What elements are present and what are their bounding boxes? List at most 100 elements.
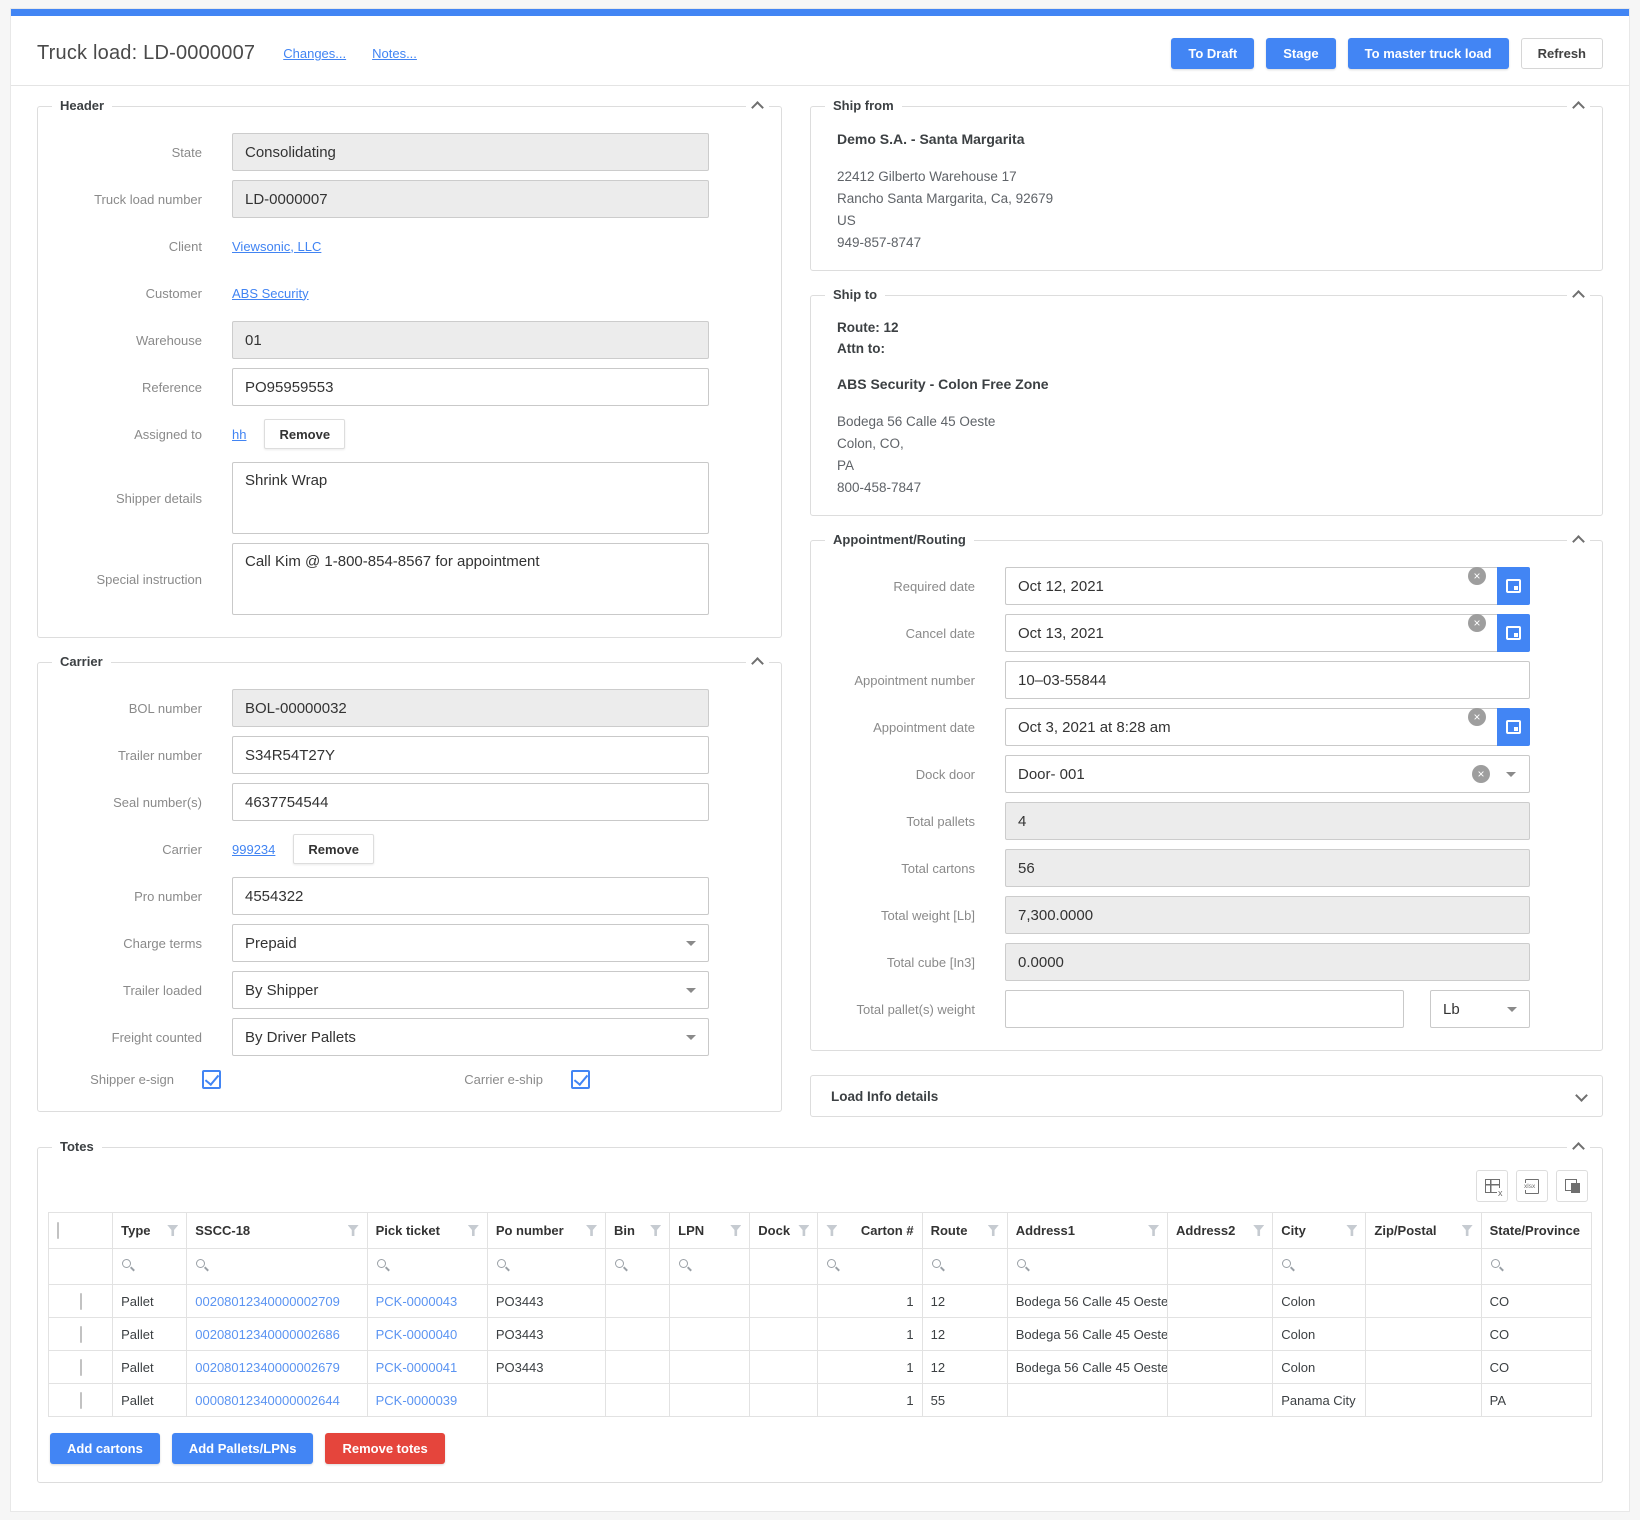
column-header-address1[interactable]: Address1 — [1007, 1213, 1167, 1249]
filter-cell-address2[interactable] — [1168, 1249, 1273, 1285]
clear-icon[interactable]: × — [1468, 708, 1486, 726]
filter-icon[interactable] — [798, 1225, 809, 1236]
column-header-sscc18[interactable]: SSCC-18 — [187, 1213, 367, 1249]
carrier-eship-checkbox[interactable] — [571, 1070, 590, 1089]
to-draft-button[interactable]: To Draft — [1171, 38, 1254, 69]
column-header-address2[interactable]: Address2 — [1168, 1213, 1273, 1249]
filter-cell-state-province[interactable] — [1481, 1249, 1591, 1285]
dock-door-select[interactable] — [1005, 755, 1530, 793]
filter-cell-type[interactable] — [113, 1249, 187, 1285]
sscc-link[interactable]: 00208012340000002679 — [195, 1360, 340, 1375]
ship-to-collapse-button[interactable] — [1567, 288, 1590, 306]
special-instruction-field[interactable]: Call Kim @ 1-800-854-8567 for appointmen… — [232, 543, 709, 615]
add-pallets-lpns-button[interactable]: Add Pallets/LPNs — [172, 1433, 314, 1464]
charge-terms-select[interactable]: Prepaid — [232, 924, 709, 962]
appointment-date-field[interactable] — [1005, 708, 1497, 746]
filter-icon[interactable] — [586, 1225, 597, 1236]
column-header-zip-postal[interactable]: Zip/Postal — [1366, 1213, 1481, 1249]
filter-cell-bin[interactable] — [606, 1249, 670, 1285]
changes-link[interactable]: Changes... — [283, 46, 346, 61]
filter-cell-lpn[interactable] — [670, 1249, 750, 1285]
filter-icon[interactable] — [468, 1225, 479, 1236]
assigned-to-remove-button[interactable]: Remove — [264, 419, 345, 449]
column-header-route[interactable]: Route — [922, 1213, 1007, 1249]
filter-cell-zip-postal[interactable] — [1366, 1249, 1481, 1285]
row-checkbox[interactable] — [80, 1359, 82, 1376]
column-header-bin[interactable]: Bin — [606, 1213, 670, 1249]
clear-icon[interactable]: × — [1472, 765, 1490, 783]
to-master-truck-load-button[interactable]: To master truck load — [1348, 38, 1509, 69]
column-header-state-province[interactable]: State/Province — [1481, 1213, 1591, 1249]
calendar-icon[interactable] — [1497, 708, 1530, 746]
cancel-date-field[interactable] — [1005, 614, 1497, 652]
column-header-type[interactable]: Type — [113, 1213, 187, 1249]
filter-cell-route[interactable] — [922, 1249, 1007, 1285]
carrier-link[interactable]: 999234 — [232, 842, 275, 857]
filter-cell-carton[interactable] — [818, 1249, 922, 1285]
freight-counted-select[interactable]: By Driver Pallets — [232, 1018, 709, 1056]
appointment-number-field[interactable] — [1005, 661, 1530, 699]
filter-icon[interactable] — [348, 1225, 359, 1236]
trailer-number-field[interactable] — [232, 736, 709, 774]
filter-cell-po-number[interactable] — [487, 1249, 605, 1285]
add-cartons-button[interactable]: Add cartons — [50, 1433, 160, 1464]
filter-icon[interactable] — [1346, 1225, 1357, 1236]
notes-link[interactable]: Notes... — [372, 46, 417, 61]
column-header-lpn[interactable]: LPN — [670, 1213, 750, 1249]
column-header-dock[interactable]: Dock — [750, 1213, 818, 1249]
filter-icon[interactable] — [1148, 1225, 1159, 1236]
required-date-field[interactable] — [1005, 567, 1497, 605]
column-header-po-number[interactable]: Po number — [487, 1213, 605, 1249]
filter-cell-city[interactable] — [1273, 1249, 1366, 1285]
filter-cell-sscc18[interactable] — [187, 1249, 367, 1285]
shipper-esign-checkbox[interactable] — [202, 1070, 221, 1089]
reference-field[interactable] — [232, 368, 709, 406]
weight-unit-select[interactable]: Lb — [1430, 990, 1530, 1028]
filter-cell-pick-ticket[interactable] — [367, 1249, 487, 1285]
column-header-city[interactable]: City — [1273, 1213, 1366, 1249]
chevron-down-icon[interactable] — [1506, 772, 1516, 777]
filter-cell-dock[interactable] — [750, 1249, 818, 1285]
filter-cell-address1[interactable] — [1007, 1249, 1167, 1285]
ship-from-collapse-button[interactable] — [1567, 99, 1590, 117]
stage-button[interactable]: Stage — [1266, 38, 1335, 69]
filter-icon[interactable] — [1462, 1225, 1473, 1236]
calendar-icon[interactable] — [1497, 567, 1530, 605]
column-chooser-icon[interactable] — [1556, 1170, 1588, 1202]
load-info-panel[interactable]: Load Info details — [810, 1075, 1603, 1117]
appointment-collapse-button[interactable] — [1567, 533, 1590, 551]
seal-numbers-field[interactable] — [232, 783, 709, 821]
pro-number-field[interactable] — [232, 877, 709, 915]
column-header-pick-ticket[interactable]: Pick ticket — [367, 1213, 487, 1249]
clear-icon[interactable]: × — [1468, 614, 1486, 632]
filter-icon[interactable] — [826, 1225, 837, 1236]
totes-collapse-button[interactable] — [1567, 1140, 1590, 1158]
export-xlsx-icon[interactable] — [1516, 1170, 1548, 1202]
remove-totes-button[interactable]: Remove totes — [325, 1433, 444, 1464]
select-all-checkbox[interactable] — [57, 1222, 59, 1239]
filter-icon[interactable] — [650, 1225, 661, 1236]
filter-icon[interactable] — [167, 1225, 178, 1236]
carrier-remove-button[interactable]: Remove — [293, 834, 374, 864]
sscc-link[interactable]: 00008012340000002644 — [195, 1393, 340, 1408]
header-collapse-button[interactable] — [746, 99, 769, 117]
customer-link[interactable]: ABS Security — [232, 286, 309, 301]
filter-icon[interactable] — [1253, 1225, 1264, 1236]
row-checkbox[interactable] — [80, 1293, 82, 1310]
pick-ticket-link[interactable]: PCK-0000039 — [376, 1393, 458, 1408]
row-checkbox[interactable] — [80, 1326, 82, 1343]
sscc-link[interactable]: 00208012340000002709 — [195, 1294, 340, 1309]
carrier-collapse-button[interactable] — [746, 655, 769, 673]
trailer-loaded-select[interactable]: By Shipper — [232, 971, 709, 1009]
export-selected-icon[interactable] — [1476, 1170, 1508, 1202]
clear-icon[interactable]: × — [1468, 567, 1486, 585]
row-checkbox[interactable] — [80, 1392, 82, 1409]
sscc-link[interactable]: 00208012340000002686 — [195, 1327, 340, 1342]
pick-ticket-link[interactable]: PCK-0000040 — [376, 1327, 458, 1342]
filter-icon[interactable] — [988, 1225, 999, 1236]
filter-icon[interactable] — [730, 1225, 741, 1236]
refresh-button[interactable]: Refresh — [1521, 38, 1603, 69]
column-header-carton[interactable]: Carton # — [818, 1213, 922, 1249]
pick-ticket-link[interactable]: PCK-0000043 — [376, 1294, 458, 1309]
assigned-to-link[interactable]: hh — [232, 427, 246, 442]
